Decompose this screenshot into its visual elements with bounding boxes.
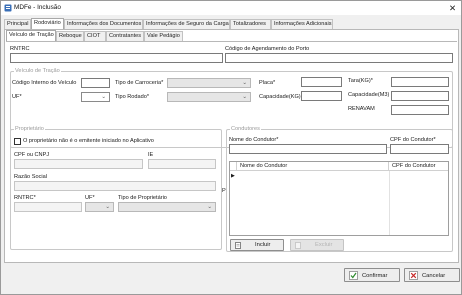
chevron-down-icon: ⌄ xyxy=(101,94,106,100)
prop-uf-label: UF* xyxy=(85,195,95,201)
tab-label: Veículo de Tração xyxy=(9,32,54,38)
tara-input[interactable] xyxy=(391,77,449,87)
tara-label: Tara(KG)* xyxy=(348,78,373,84)
proprietario-title: Proprietário xyxy=(14,126,45,133)
tab-seguro-carga[interactable]: Informações de Seguro da Carga xyxy=(143,19,230,29)
tab-totalizadores[interactable]: Totalizadores xyxy=(230,19,271,29)
window: MDFe - Inclusão ✕ Principal Rodoviário I… xyxy=(0,0,462,295)
tipo-carroceria-select[interactable]: ⌄ xyxy=(167,78,251,88)
confirmar-button[interactable]: Confirmar xyxy=(344,268,400,282)
chevron-down-icon: ⌄ xyxy=(242,80,247,86)
delete-icon xyxy=(295,242,301,249)
excluir-label: Excluir xyxy=(315,242,333,248)
title-bar: MDFe - Inclusão ✕ xyxy=(1,1,461,15)
cpf-cnpj-input[interactable] xyxy=(14,159,143,169)
add-document-icon xyxy=(235,242,241,249)
tipo-proprietario-label: Tipo de Proprietário xyxy=(118,195,167,201)
nome-condutor-input[interactable] xyxy=(229,144,387,154)
tab-label: CIOT xyxy=(87,33,101,39)
razao-social-input[interactable] xyxy=(14,181,216,191)
capacidade-kg-label: Capacidade(KG) xyxy=(259,94,301,100)
cancelar-label: Cancelar xyxy=(422,273,446,279)
capacidade-kg-input[interactable] xyxy=(301,91,342,101)
cancelar-button[interactable]: Cancelar xyxy=(404,268,460,282)
codigo-interno-label: Código Interno do Veículo xyxy=(12,80,77,86)
confirmar-label: Confirmar xyxy=(362,273,388,279)
tab-informacoes-adicionais[interactable]: Informações Adicionais xyxy=(271,19,333,29)
tab-label: Contratantes xyxy=(109,33,142,39)
proprietario-checkbox[interactable] xyxy=(14,138,21,145)
tab-informacoes-documentos[interactable]: Informações dos Documentos xyxy=(64,19,143,29)
codigo-interno-input[interactable] xyxy=(81,78,110,88)
tab-label: Vale Pedágio xyxy=(147,33,180,39)
grid-column-divider xyxy=(389,171,390,235)
app-icon xyxy=(4,4,12,12)
subtab-veiculo-tracao[interactable]: Veículo de Tração xyxy=(6,30,56,41)
placa-input[interactable] xyxy=(301,77,342,87)
chevron-down-icon: ⌄ xyxy=(207,204,212,210)
cancel-icon xyxy=(409,271,418,280)
grid-header-label: Nome do Condutor xyxy=(240,163,288,169)
tab-label: Reboque xyxy=(59,33,82,39)
incluir-label: Incluir xyxy=(255,242,271,248)
proprietario-checkbox-label: O proprietário não é o emitente iniciado… xyxy=(23,138,154,144)
capacidade-m3-input[interactable] xyxy=(391,91,449,101)
rntrc-label: RNTRC xyxy=(10,46,30,52)
grid-header-indicator xyxy=(230,162,237,171)
grid-header-nome[interactable]: Nome do Condutor xyxy=(237,162,389,171)
close-icon[interactable]: ✕ xyxy=(449,3,456,13)
uf-select[interactable]: ⌄ xyxy=(81,92,110,102)
tab-principal[interactable]: Principal xyxy=(4,19,31,29)
check-icon xyxy=(349,271,358,280)
tipo-rodado-select[interactable]: ⌄ xyxy=(167,92,251,102)
tipo-proprietario-select[interactable]: ⌄ xyxy=(118,202,216,212)
codigo-agendamento-label: Código de Agendamento do Porto xyxy=(225,46,310,52)
veiculo-tracao-title: Veículo de Tração xyxy=(14,68,61,75)
condutores-title: Condutores xyxy=(230,126,261,133)
grid-header-label: CPF do Condutor xyxy=(392,163,436,169)
tab-label: Informações de Seguro da Carga xyxy=(146,21,229,27)
condutores-grid[interactable]: Nome do Condutor CPF do Condutor ▶ xyxy=(229,161,449,236)
subtab-vale-pedagio[interactable]: Vale Pedágio xyxy=(144,31,183,41)
tab-label: Rodoviário xyxy=(34,20,61,26)
renavam-label: RENAVAM xyxy=(348,106,375,112)
nome-condutor-label: Nome do Condutor* xyxy=(229,137,279,143)
renavam-input[interactable] xyxy=(391,105,449,115)
rodoviario-panel: Veículo de Tração Reboque CIOT Contratan… xyxy=(4,29,459,263)
capacidade-m3-label: Capacidade(M3) xyxy=(348,92,390,98)
subtab-ciot[interactable]: CIOT xyxy=(84,31,106,41)
tab-rodoviario[interactable]: Rodoviário xyxy=(31,18,64,29)
prop-rntrc-input[interactable] xyxy=(14,202,82,212)
tab-label: Totalizadores xyxy=(233,21,266,27)
chevron-down-icon: ⌄ xyxy=(105,204,110,210)
subtab-contratantes[interactable]: Contratantes xyxy=(106,31,144,41)
razao-social-label: Razão Social xyxy=(14,174,47,180)
tab-label: Informações Adicionais xyxy=(274,21,332,27)
window-title: MDFe - Inclusão xyxy=(14,4,61,11)
chevron-down-icon: ⌄ xyxy=(242,94,247,100)
prop-uf-select[interactable]: ⌄ xyxy=(85,202,114,212)
tipo-rodado-label: Tipo Rodado* xyxy=(115,94,149,100)
tab-label: Informações dos Documentos xyxy=(67,21,142,27)
row-indicator-icon: ▶ xyxy=(231,173,235,179)
ie-label: IE xyxy=(148,152,154,158)
subtab-reboque[interactable]: Reboque xyxy=(56,31,84,41)
placa-label: Placa* xyxy=(259,80,276,86)
grid-header-cpf[interactable]: CPF do Condutor xyxy=(389,162,448,171)
codigo-agendamento-input[interactable] xyxy=(225,53,453,63)
subtab-divider xyxy=(6,41,457,42)
excluir-button[interactable]: Excluir xyxy=(290,239,344,251)
tab-label: Principal xyxy=(7,21,29,27)
cpf-condutor-label: CPF do Condutor* xyxy=(390,137,436,143)
tipo-carroceria-label: Tipo de Carroceria* xyxy=(115,80,164,86)
uf-label: UF* xyxy=(12,94,22,100)
incluir-button[interactable]: Incluir xyxy=(230,239,284,251)
prop-rntrc-label: RNTRC* xyxy=(14,195,36,201)
ie-input[interactable] xyxy=(148,159,216,169)
rntrc-input[interactable] xyxy=(10,53,223,63)
cpf-condutor-input[interactable] xyxy=(390,144,449,154)
cpf-cnpj-label: CPF ou CNPJ xyxy=(14,152,50,158)
